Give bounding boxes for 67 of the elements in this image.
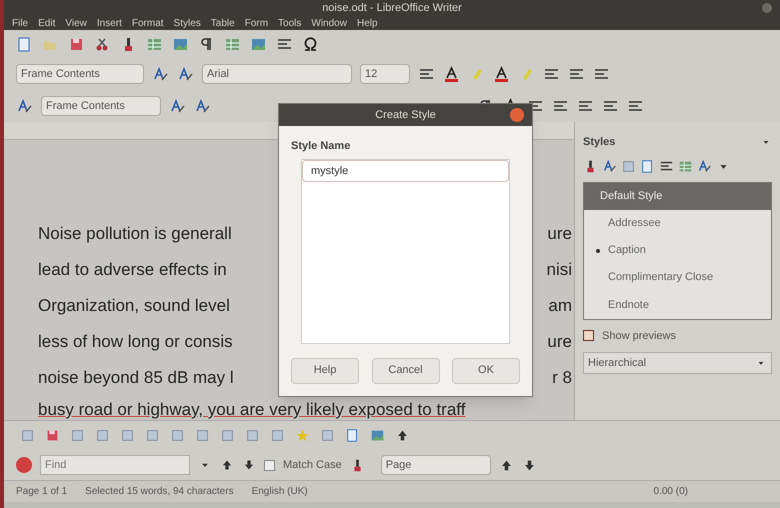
status-text: 0.00 (0) [654,485,688,499]
menu-item[interactable]: Styles [174,18,201,28]
text-line: noise beyond 85 dB may l [38,368,234,388]
list-item[interactable]: Addressee [584,210,771,237]
text-line: Noise pollution is generall [38,224,232,244]
close-icon[interactable] [510,108,524,122]
omega-icon[interactable] [302,36,319,52]
list-item[interactable]: Caption [584,236,771,264]
checkbox[interactable] [583,330,594,342]
menu-item[interactable]: Insert [96,18,122,28]
menu-item[interactable]: Format [132,18,164,28]
font-color-icon[interactable] [443,66,460,82]
dropdown[interactable]: 12 [360,64,410,84]
dialog-button[interactable]: OK [452,358,520,384]
style-icon[interactable] [602,158,617,174]
dialog-button[interactable]: Help [291,358,359,384]
style-icon[interactable] [194,98,211,114]
field-label: Style Name [291,139,352,154]
checkbox-label: Show previews [602,328,676,344]
style-icon[interactable] [169,98,186,114]
arrow-down-icon[interactable] [242,458,256,472]
text-line: am [548,296,572,316]
panel-title: Styles [583,135,616,150]
arrow-up-icon[interactable] [220,458,234,472]
search-field[interactable]: Find [40,455,190,475]
list-item[interactable]: Complimentary Close [584,264,771,292]
dialog-button[interactable]: Cancel [372,358,440,384]
text-line: nisi [546,260,572,280]
document-icon[interactable] [345,428,360,443]
text-line: busy road or highway, you are very likely exposed to traff [38,400,466,420]
list-item[interactable]: Default Style [584,182,771,210]
font-color-icon[interactable] [493,66,510,82]
menu-item[interactable]: Window [311,18,347,28]
text-line: less of how long or consis [38,332,233,352]
filter-dropdown[interactable]: Hierarchical [583,352,772,374]
document-icon[interactable] [640,158,655,174]
dropdown[interactable]: Page [380,455,491,475]
dialog-title: Create Style [375,108,436,123]
text-line: ure [547,332,572,352]
close-icon[interactable] [16,457,32,473]
checkbox[interactable] [264,460,275,470]
style-icon[interactable] [152,66,169,82]
style-icon[interactable] [697,158,712,174]
text-line: ure [547,224,572,244]
dropdown[interactable]: Frame Contents [41,96,161,116]
menu-item[interactable]: Table [210,18,235,28]
style-icon[interactable] [16,98,33,114]
menu-item[interactable]: Form [244,18,268,28]
star-icon[interactable] [295,428,310,443]
menu-item[interactable]: Tools [278,18,302,28]
style-icon[interactable] [177,66,194,82]
menu-item[interactable]: Edit [38,18,56,28]
status-text: Page 1 of 1 [16,485,68,499]
checkbox-label: Match Case [283,458,342,473]
menu-item[interactable]: File [12,18,28,28]
dropdown[interactable]: Arial [202,64,352,84]
status-text: English (UK) [252,485,308,499]
list-item[interactable]: Endnote [584,291,771,318]
input-field[interactable]: mystyle [302,160,509,182]
window-title: noise.odt - LibreOffice Writer [322,1,462,16]
status-text: Selected 15 words, 94 characters [85,485,234,499]
text-line: r 8 [552,368,572,388]
text-line: Organization, sound level [38,296,230,316]
dropdown[interactable]: Frame Contents [16,64,144,84]
menu-item[interactable]: Help [356,18,378,28]
text-line: lead to adverse effects in [38,260,227,280]
menu-item[interactable]: View [65,18,87,28]
